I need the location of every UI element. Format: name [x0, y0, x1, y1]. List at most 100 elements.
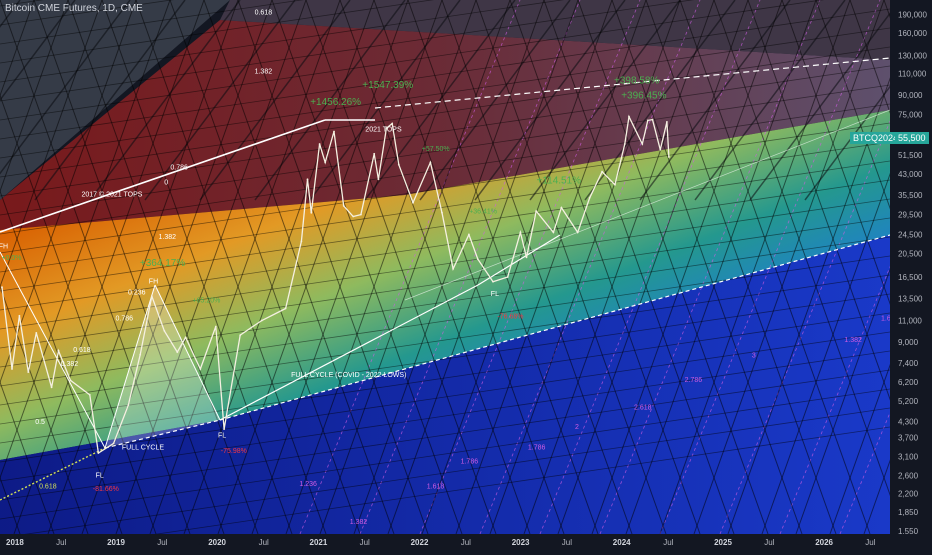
annotation-label: 1.786 [528, 445, 546, 452]
price-point [1, 286, 3, 289]
y-tick-label: 110,000 [898, 69, 927, 78]
price-point [646, 119, 649, 122]
y-tick-label: 130,000 [898, 52, 927, 61]
y-tick-label: 5,200 [898, 397, 919, 406]
price-point [88, 394, 91, 396]
x-tick-label: Jul [663, 538, 673, 547]
price-point [27, 371, 30, 373]
price-point [260, 319, 263, 322]
price-point [333, 130, 335, 133]
annotation-label: FL [491, 291, 499, 298]
annotation-label: 1.382 [159, 234, 177, 241]
price-point [666, 121, 668, 123]
price-point [306, 178, 309, 181]
y-tick-label: 1,850 [898, 508, 919, 517]
chart-area[interactable]: FH +0.0% +364.17% FH +65.20% +1456.26% +1547.3… [0, 0, 932, 550]
price-point [519, 231, 522, 234]
annotation-label: +36.41% [469, 209, 497, 216]
price-point [97, 452, 100, 454]
price-point [588, 196, 591, 199]
annotation-label: 1.618 [427, 484, 445, 491]
btc-futures-chart[interactable]: FH +0.0% +364.17% FH +65.20% +1456.26%+1547.3… [0, 0, 932, 550]
x-tick-label: Jul [865, 538, 875, 547]
symbol-tag: BTCQ2024 [850, 132, 902, 144]
x-tick-label: Jul [461, 538, 471, 547]
price-point [429, 161, 432, 164]
price-point [18, 314, 21, 317]
annotation-label: FL [96, 472, 104, 479]
price-point [535, 210, 538, 213]
price-point [492, 280, 494, 283]
price-point [377, 178, 380, 181]
price-point [342, 205, 345, 207]
annotation-label: FULL CYCLE (COVID - 2022 LOWS) [291, 372, 406, 379]
price-point [176, 351, 179, 353]
price-point [441, 211, 443, 214]
y-tick-label: 6,200 [898, 378, 919, 387]
annotation-label: 0.786 [170, 164, 188, 171]
price-point [127, 404, 130, 406]
price-point [150, 295, 153, 298]
y-tick-label: 7,400 [898, 359, 919, 368]
last-price-tag: 55,500 [895, 132, 929, 144]
x-tick-label: 2026 [815, 538, 833, 547]
y-tick-label: 160,000 [898, 29, 927, 38]
y-tick-label: 4,300 [898, 417, 919, 426]
y-axis: 190,000 160,000 130,000 110,000 90,000 75,000… [890, 0, 932, 550]
price-point [139, 353, 142, 356]
price-point [468, 233, 470, 236]
annotation-label: 3 [752, 352, 756, 359]
x-tick-label: 2024 [613, 538, 631, 547]
price-point [11, 368, 13, 370]
annotation-label: +65.20% [193, 298, 221, 305]
annotation-label: 0.618 [255, 10, 273, 17]
price-point [476, 258, 479, 260]
price-point [57, 349, 60, 352]
price-point [668, 156, 670, 158]
y-tick-label: 43,000 [898, 170, 923, 179]
y-tick-label: 75,000 [898, 111, 923, 120]
x-axis: 2018 Jul 2019 Jul 2020 Jul 2021 Jul 2022 Jul 2023 J… [0, 534, 932, 550]
x-tick-label: Jul [764, 538, 774, 547]
x-tick-label: 2025 [714, 538, 732, 547]
price-point [659, 148, 662, 151]
y-tick-label: 9,000 [898, 338, 919, 347]
price-point [112, 442, 115, 445]
annotation-label: 1.382 [844, 337, 862, 344]
x-tick-label: 2021 [310, 538, 328, 547]
price-point [525, 256, 528, 259]
price-point [300, 240, 303, 243]
annotation-label: -81.66% [93, 486, 119, 493]
price-point [651, 118, 654, 121]
price-point [184, 336, 187, 339]
y-tick-label: 24,500 [898, 231, 923, 240]
annotation-label: +1547.39% [362, 80, 413, 91]
price-point [214, 325, 217, 328]
price-point [69, 379, 72, 382]
annotation-label: +364.17% [140, 258, 185, 269]
price-point [223, 428, 226, 430]
annotation-label: FH [0, 244, 8, 251]
price-point [506, 276, 509, 278]
y-tick-label: 16,500 [898, 273, 923, 282]
y-tick-label: 35,500 [898, 191, 923, 200]
y-tick-label: 51,500 [898, 151, 923, 160]
annotation-label: 1.236 [299, 481, 317, 488]
y-tick-label: 2,600 [898, 471, 919, 480]
price-point [452, 268, 454, 270]
annotation-label: FH [149, 279, 158, 286]
price-point [239, 334, 242, 336]
price-point [373, 152, 376, 155]
x-tick-label: 2019 [107, 538, 125, 547]
x-tick-label: 2018 [6, 538, 24, 547]
y-tick-label: 2,200 [898, 489, 919, 498]
price-point [412, 201, 414, 204]
annotation-label: -75.98% [221, 448, 247, 455]
x-tick-label: Jul [157, 538, 167, 547]
x-tick-label: 2020 [208, 538, 226, 547]
price-point [360, 213, 362, 216]
annotation-label: 2 [575, 424, 579, 431]
price-point [284, 307, 287, 310]
annotation-label: 1.786 [461, 459, 479, 466]
y-tick-label: 3,700 [898, 434, 919, 443]
